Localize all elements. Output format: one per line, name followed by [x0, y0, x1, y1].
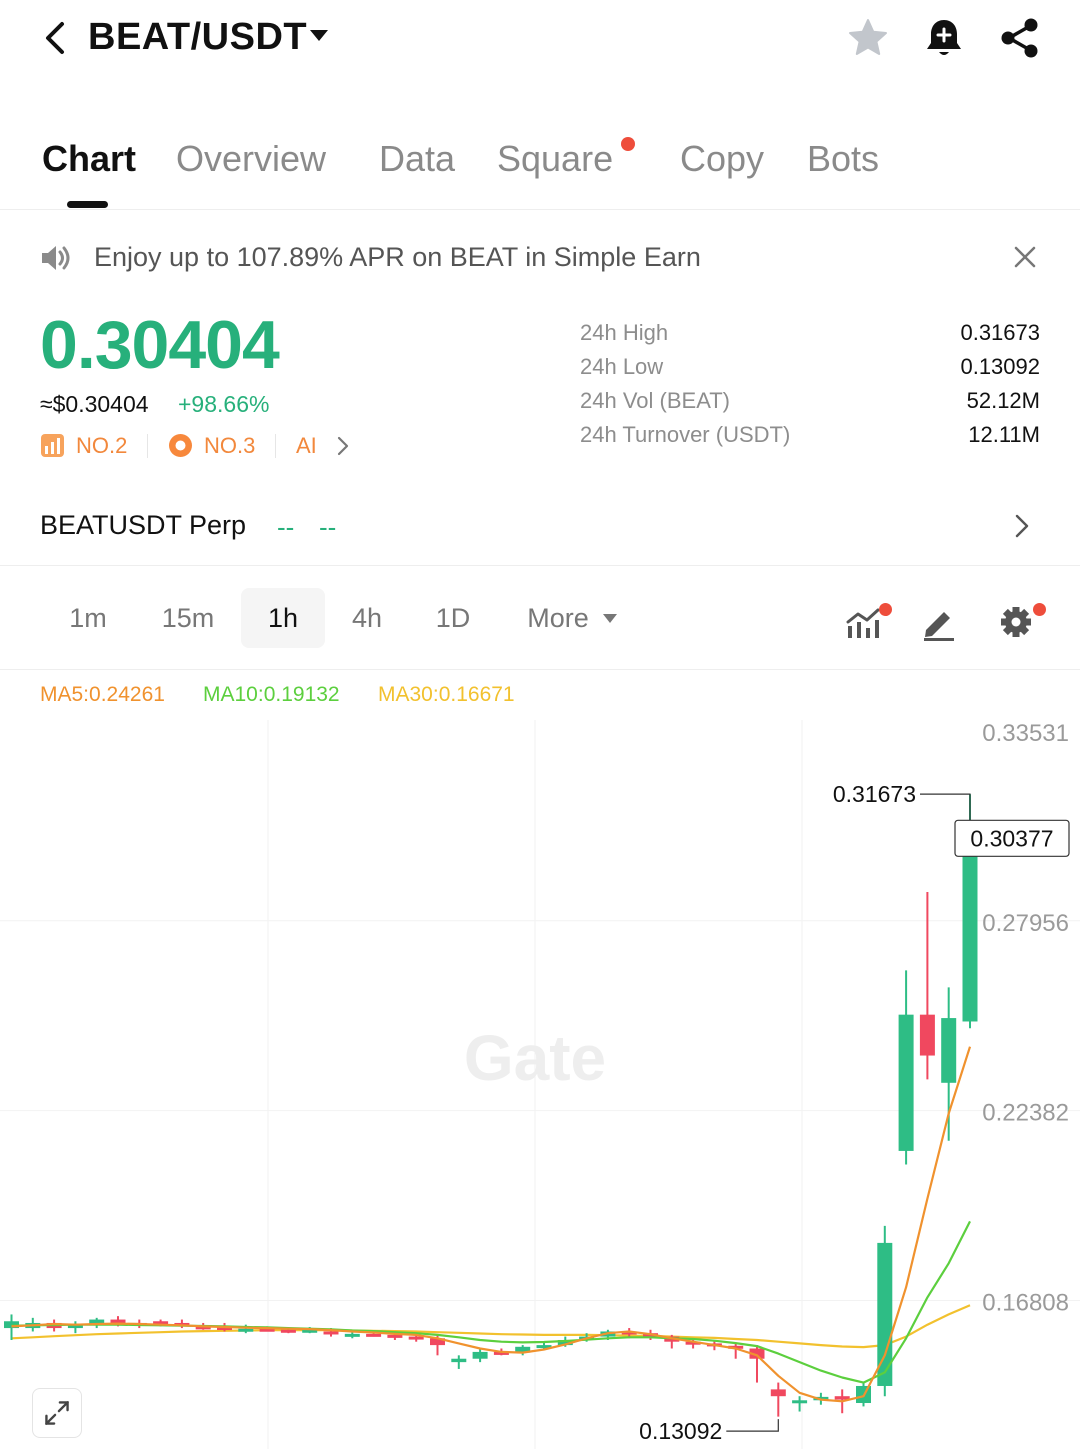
ai-link[interactable]: AI [296, 433, 317, 459]
stat-label: 24h Low [580, 354, 664, 379]
perp-price: -- [277, 512, 295, 542]
rank-chart-icon [41, 434, 64, 457]
fire-coin-icon [169, 434, 192, 457]
tab-chart[interactable]: Chart [42, 138, 136, 180]
y-axis-tick-label: 0.33531 [982, 720, 1069, 747]
high-marker-line [920, 793, 971, 821]
candlestick-chart[interactable]: 0.33531 0.27956 0.22382 0.16808 Gate 0.3167… [0, 720, 1080, 1449]
indicators-notification-dot [879, 603, 892, 616]
y-axis-tick-label: 0.22382 [982, 1100, 1069, 1127]
interval-more[interactable]: More [518, 588, 598, 648]
draw-pencil-icon[interactable] [918, 602, 962, 642]
interval-15m[interactable]: 15m [150, 588, 226, 648]
stat-label: 24h Turnover (USDT) [580, 422, 791, 447]
stat-value: 0.13092 [960, 354, 1040, 379]
tab-bots[interactable]: Bots [807, 138, 879, 180]
high-price-label: 0.31673 [833, 781, 916, 807]
perp-row[interactable]: BEATUSDT Perp -- -- [0, 490, 1080, 566]
ma5-line [11, 1046, 972, 1403]
more-dropdown-icon[interactable] [603, 614, 617, 623]
close-icon[interactable] [1010, 242, 1040, 272]
ma10-label: MA10:0.19132 [203, 683, 340, 706]
ma30-label: MA30:0.16671 [378, 683, 515, 706]
settings-notification-dot [1033, 603, 1046, 616]
stat-value: 52.12M [966, 388, 1040, 413]
chart-canvas[interactable]: 0.33531 0.27956 0.22382 0.16808 Gate 0.3167… [0, 720, 1080, 1449]
share-icon[interactable] [998, 16, 1042, 60]
y-axis-tick-label: 0.27956 [982, 910, 1069, 937]
y-axis-tick-label: 0.16808 [982, 1290, 1069, 1317]
stat-row: 24h Low 0.13092 [580, 352, 1040, 386]
fullscreen-expand-icon[interactable] [32, 1388, 82, 1438]
square-notification-dot [621, 137, 635, 151]
stat-row: 24h Vol (BEAT) 52.12M [580, 386, 1040, 420]
pair-title[interactable]: BEAT/USDT [88, 16, 307, 59]
stat-value: 12.11M [968, 422, 1040, 447]
promo-banner[interactable]: Enjoy up to 107.89% APR on BEAT in Simpl… [0, 212, 1080, 302]
stat-row: 24h Turnover (USDT) 12.11M [580, 420, 1040, 454]
rank-1[interactable]: NO.2 [76, 433, 127, 459]
last-price-tag-label: 0.30377 [970, 825, 1053, 851]
back-icon[interactable] [38, 18, 74, 58]
top-bar: BEAT/USDT [0, 0, 1080, 80]
rank-2[interactable]: NO.3 [204, 433, 255, 459]
chevron-right-icon[interactable] [1014, 512, 1030, 540]
stat-row: 24h High 0.31673 [580, 318, 1040, 352]
candle-down [110, 1319, 126, 1323]
low-marker-line [726, 1419, 779, 1432]
pair-dropdown-icon[interactable] [310, 30, 328, 41]
candle-up [941, 1018, 957, 1083]
rank-divider [275, 434, 276, 458]
settings-gear-icon[interactable] [994, 602, 1038, 642]
stat-label: 24h Vol (BEAT) [580, 388, 730, 413]
candle-down [387, 1334, 403, 1338]
rank-divider [147, 434, 148, 458]
active-tab-indicator [67, 201, 108, 208]
perp-change: -- [319, 512, 337, 542]
candle-down [323, 1331, 339, 1335]
price-change: +98.66% [178, 391, 270, 417]
promo-text[interactable]: Enjoy up to 107.89% APR on BEAT in Simpl… [94, 242, 701, 273]
interval-1m[interactable]: 1m [56, 588, 120, 648]
speaker-icon [42, 246, 70, 270]
stat-value: 0.31673 [960, 320, 1040, 345]
candle-up [344, 1333, 360, 1337]
candle-down [366, 1333, 382, 1337]
interval-1d[interactable]: 1D [424, 588, 482, 648]
interval-1h[interactable]: 1h [241, 588, 325, 648]
low-price-label: 0.13092 [639, 1418, 722, 1444]
rank-row: NO.2 NO.3 AI [40, 430, 370, 462]
interval-toolbar: 1m 15m 1h 4h 1D More [0, 568, 1080, 670]
star-icon[interactable] [846, 16, 890, 60]
candle-up [792, 1400, 808, 1404]
candle-up [451, 1358, 467, 1363]
candle-up [898, 1014, 914, 1151]
candle-down [408, 1336, 424, 1340]
candle-up [962, 838, 978, 1022]
ma10-line [11, 1220, 971, 1384]
tab-overview[interactable]: Overview [176, 138, 326, 180]
perp-label[interactable]: BEATUSDT Perp [40, 510, 246, 541]
bell-add-icon[interactable] [922, 16, 966, 60]
candle-down [770, 1389, 786, 1397]
watermark-text: Gate [464, 1022, 606, 1094]
ma5-label: MA5:0.24261 [40, 683, 165, 706]
interval-4h[interactable]: 4h [340, 588, 394, 648]
last-price: 0.30404 [40, 307, 280, 383]
tab-copy[interactable]: Copy [680, 138, 764, 180]
stats-panel: 24h High 0.31673 24h Low 0.13092 24h Vol… [580, 318, 1040, 454]
tab-data[interactable]: Data [379, 138, 455, 180]
candle-down [280, 1329, 296, 1333]
candle-up [472, 1351, 488, 1359]
main-tabs: Chart Overview Data Square Copy Bots [0, 120, 1080, 210]
stat-label: 24h High [580, 320, 669, 345]
candle-down [919, 1014, 935, 1056]
price-usd: ≈$0.30404 [40, 391, 149, 417]
tab-square[interactable]: Square [497, 138, 613, 180]
chevron-right-icon[interactable] [336, 434, 350, 458]
candle-up [238, 1328, 254, 1332]
